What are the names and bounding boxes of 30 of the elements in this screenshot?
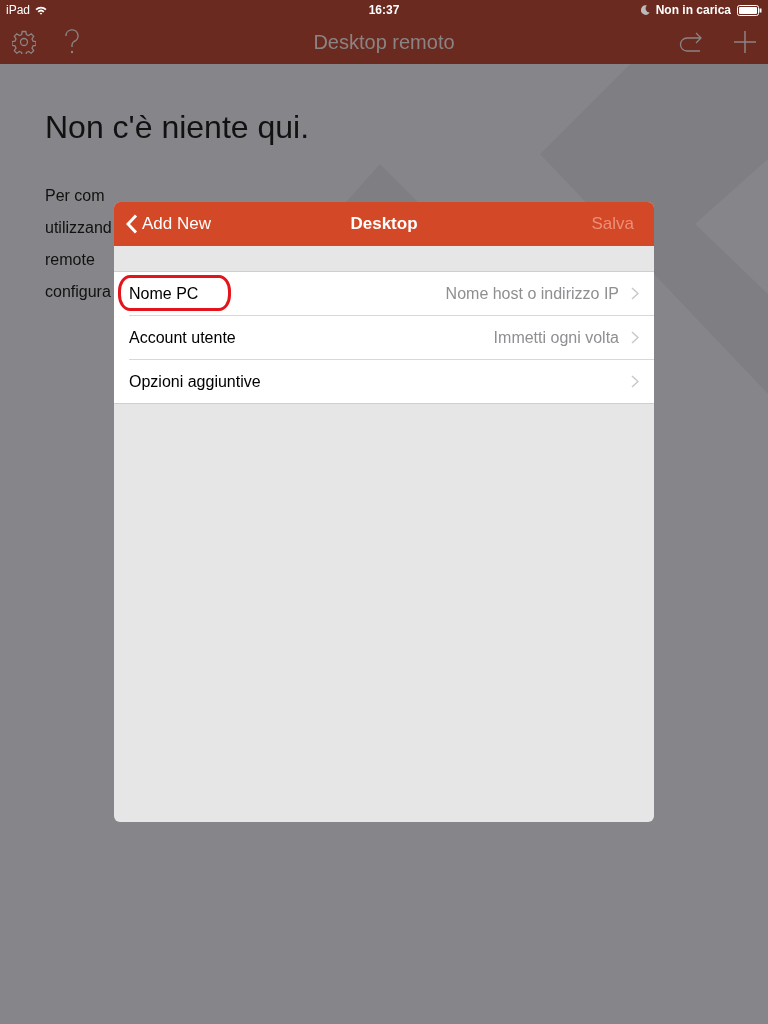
redo-icon[interactable]	[678, 31, 704, 53]
row-value: Nome host o indirizzo IP	[445, 284, 619, 303]
wifi-icon	[35, 5, 48, 15]
row-label: Opzioni aggiuntive	[129, 372, 261, 391]
add-icon[interactable]	[734, 31, 756, 53]
row-value: Immetti ogni volta	[493, 328, 619, 347]
help-icon[interactable]	[64, 29, 80, 55]
settings-row[interactable]: Nome PC Nome host o indirizzo IP	[114, 272, 654, 315]
chevron-right-icon	[631, 375, 639, 388]
carrier-label: iPad	[6, 3, 31, 17]
clock-time: 16:37	[368, 3, 400, 17]
row-label: Nome PC	[129, 284, 199, 303]
dialog-title: Desktop	[350, 214, 418, 233]
battery-icon	[737, 4, 762, 16]
chevron-left-icon	[126, 214, 138, 234]
row-label: Account utente	[129, 328, 236, 347]
battery-status: Non in carica	[655, 3, 731, 17]
settings-row[interactable]: Opzioni aggiuntive	[129, 359, 654, 403]
moon-icon	[640, 5, 650, 15]
settings-row[interactable]: Account utente Immetti ogni volta	[129, 315, 654, 359]
settings-icon[interactable]	[12, 30, 36, 54]
back-button[interactable]: Add New	[126, 214, 211, 234]
empty-heading: Non c'è niente qui.	[45, 109, 311, 146]
paragraph-line: utilizzand	[45, 218, 112, 238]
paragraph-line: remote	[45, 250, 95, 270]
chevron-right-icon	[631, 331, 639, 344]
screen-title: Desktop remoto	[313, 30, 455, 53]
chevron-right-icon	[631, 287, 639, 300]
paragraph-line: configura	[45, 282, 111, 302]
paragraph-line: Per com	[45, 186, 105, 206]
